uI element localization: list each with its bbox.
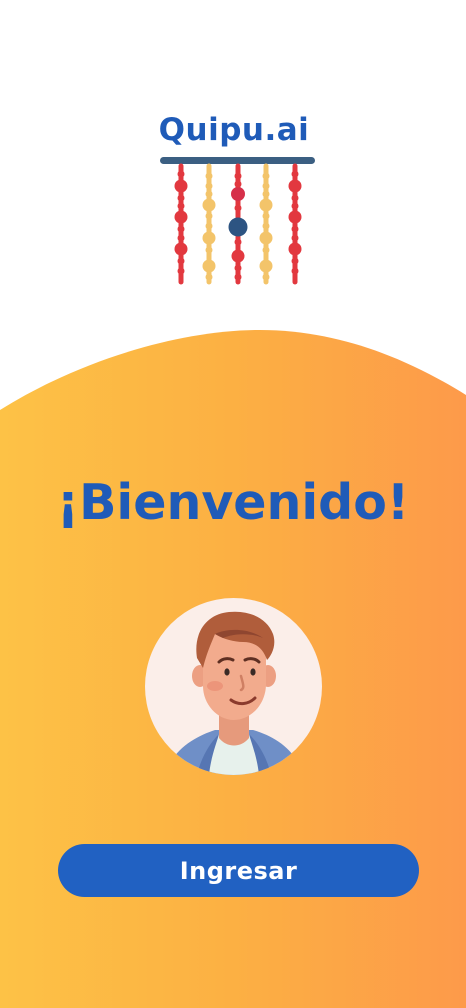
quipu-logo-icon <box>160 157 315 285</box>
welcome-title: ¡Bienvenido! <box>56 474 410 531</box>
login-button[interactable]: Ingresar <box>58 844 419 897</box>
avatar-illustration-icon <box>165 611 303 775</box>
logo-wordmark: Quipu.ai <box>158 112 310 148</box>
user-avatar <box>145 598 322 775</box>
app-logo: Quipu.ai <box>148 110 320 290</box>
